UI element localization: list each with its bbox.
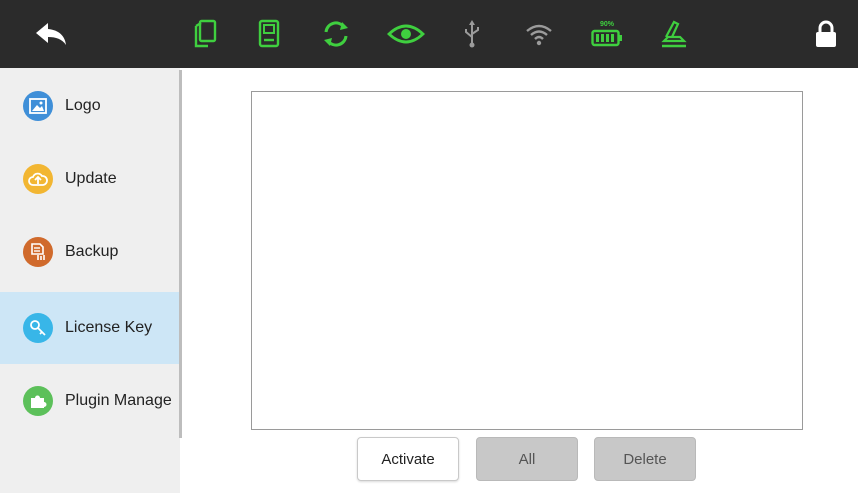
copy-icon[interactable] — [188, 0, 222, 68]
image-icon — [23, 91, 53, 121]
key-icon — [23, 313, 53, 343]
battery-level: 90% — [599, 21, 614, 28]
sidebar-scrollbar[interactable] — [179, 70, 182, 438]
back-arrow-icon[interactable] — [30, 0, 72, 68]
sidebar-item-label: License Key — [65, 319, 153, 336]
sidebar-item-label: Update — [65, 170, 117, 187]
activate-button[interactable]: Activate — [357, 437, 459, 481]
sidebar-item-plugin-manage[interactable]: Plugin Manage — [0, 365, 179, 437]
sync-icon[interactable] — [318, 0, 354, 68]
sidebar-item-license-key[interactable]: License Key — [0, 292, 179, 364]
sidebar-item-backup[interactable]: Backup — [0, 216, 179, 288]
battery-icon: 90% — [589, 0, 625, 68]
delete-button[interactable]: Delete — [594, 437, 696, 481]
sidebar-item-label: Plugin Manage — [65, 392, 172, 409]
printer-icon[interactable] — [658, 0, 690, 68]
usb-icon — [458, 0, 486, 68]
device-icon[interactable] — [252, 0, 286, 68]
sidebar-item-update[interactable]: Update — [0, 143, 179, 215]
backup-icon — [23, 237, 53, 267]
eye-icon[interactable] — [386, 0, 426, 68]
license-key-list[interactable] — [251, 91, 803, 430]
sidebar-item-logo[interactable]: Logo — [0, 70, 179, 142]
cloud-upload-icon — [23, 164, 53, 194]
sidebar-item-label: Logo — [65, 97, 101, 114]
sidebar-item-label: Backup — [65, 243, 119, 260]
lock-icon[interactable] — [810, 0, 842, 68]
wifi-icon — [522, 0, 556, 68]
all-button[interactable]: All — [476, 437, 578, 481]
puzzle-icon — [23, 386, 53, 416]
top-toolbar: 90% — [0, 0, 858, 68]
